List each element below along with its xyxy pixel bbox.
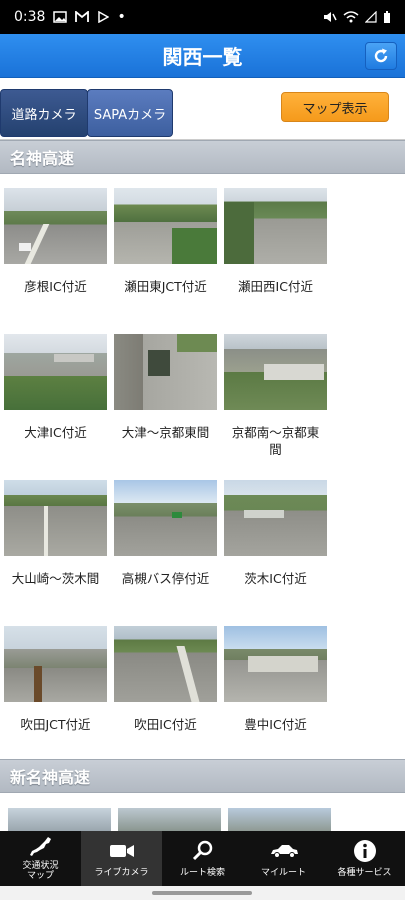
nav-label: マイルート [260,867,306,878]
tab-sapa-camera[interactable]: SAPAカメラ [87,89,173,137]
camera-label: 大津～京都東間 [121,425,210,440]
camera-thumbnail[interactable] [118,808,221,831]
camera-item[interactable]: 豊中IC付近 [224,626,327,733]
battery-icon [384,11,390,23]
camera-thumbnail[interactable] [114,480,217,556]
camera-thumbnail[interactable] [224,626,327,702]
camera-label: 大山崎～茨木間 [11,571,100,586]
mute-icon [324,12,337,22]
gmail-icon [75,11,90,22]
japan-map-icon [29,837,51,856]
system-navigation-bar [0,886,405,900]
camera-thumbnail[interactable] [228,808,331,831]
video-camera-icon [109,844,134,857]
info-icon [353,839,376,862]
refresh-icon [374,48,388,63]
camera-item[interactable]: 茨木IC付近 [224,480,327,587]
camera-thumbnail[interactable] [114,626,217,702]
camera-label: 京都南～京都東 間 [231,425,320,457]
nav-live-camera[interactable]: ライブカメラ [81,831,162,886]
status-bar: 0:38 • [0,0,405,34]
camera-item[interactable]: 高槻バス停付近 [114,480,217,587]
camera-item[interactable]: 彦根IC付近 [4,188,107,295]
camera-label: 茨木IC付近 [244,571,307,586]
nav-route-search[interactable]: ルート検索 [162,831,243,886]
camera-item[interactable]: 吹田IC付近 [114,626,217,733]
camera-thumbnail[interactable] [4,188,107,264]
bottom-navigation: 交通状況 マップ ライブカメラ ルート検索 マイルート 各種サービス [0,831,405,886]
section-header-shin-meishin: 新名神高速 [0,759,405,793]
play-icon [98,11,110,23]
nav-label: ライブカメラ [94,867,149,878]
car-icon [270,844,298,858]
gallery-icon [53,11,68,23]
refresh-button[interactable] [365,42,397,70]
camera-label: 豊中IC付近 [244,717,307,732]
camera-label: 瀬田東JCT付近 [124,279,207,294]
camera-label: 彦根IC付近 [24,279,87,294]
magnifier-icon [192,840,212,860]
wifi-icon [343,11,359,23]
camera-item[interactable]: 大津～京都東間 [114,334,217,441]
camera-thumbnail[interactable] [114,188,217,264]
camera-thumbnail[interactable] [4,334,107,410]
nav-my-route[interactable]: マイルート [243,831,324,886]
camera-label: 吹田IC付近 [134,717,197,732]
signal-icon [365,11,377,23]
nav-label: 交通状況 マップ [22,861,59,881]
camera-item[interactable]: 瀬田東JCT付近 [114,188,217,295]
camera-item[interactable]: 大津IC付近 [4,334,107,441]
home-indicator[interactable] [152,891,252,895]
nav-label: ルート検索 [179,867,225,878]
camera-item[interactable]: 吹田JCT付近 [4,626,107,733]
camera-item[interactable]: 瀬田西IC付近 [224,188,327,295]
camera-thumbnail[interactable] [224,480,327,556]
nav-label: 各種サービス [337,867,392,878]
camera-thumbnail[interactable] [8,808,111,831]
camera-thumbnail[interactable] [4,480,107,556]
map-view-button[interactable]: マップ表示 [281,92,389,122]
camera-label: 瀬田西IC付近 [238,279,313,294]
camera-item[interactable]: 京都南～京都東 間 [224,334,327,458]
page-title: 関西一覧 [162,45,243,69]
camera-type-toolbar: 道路カメラ SAPAカメラ マップ表示 [0,78,405,140]
tab-road-camera[interactable]: 道路カメラ [0,89,88,137]
status-time: 0:38 [14,9,46,25]
camera-label: 大津IC付近 [24,425,87,440]
camera-thumbnail[interactable] [4,626,107,702]
nav-services[interactable]: 各種サービス [324,831,405,886]
camera-label: 高槻バス停付近 [121,571,210,586]
camera-grid: 彦根IC付近 瀬田東JCT付近 瀬田西IC付近 大津IC付近 大津～京都東間 京… [0,174,405,760]
camera-thumbnail[interactable] [224,334,327,410]
app-header: 関西一覧 [0,34,405,78]
camera-label: 吹田JCT付近 [20,717,91,732]
section-header-meishin: 名神高速 [0,140,405,174]
camera-thumbnail[interactable] [114,334,217,410]
nav-traffic-map[interactable]: 交通状況 マップ [0,831,81,886]
notification-dot: • [117,9,126,25]
camera-item[interactable]: 大山崎～茨木間 [4,480,107,587]
camera-thumbnail[interactable] [224,188,327,264]
